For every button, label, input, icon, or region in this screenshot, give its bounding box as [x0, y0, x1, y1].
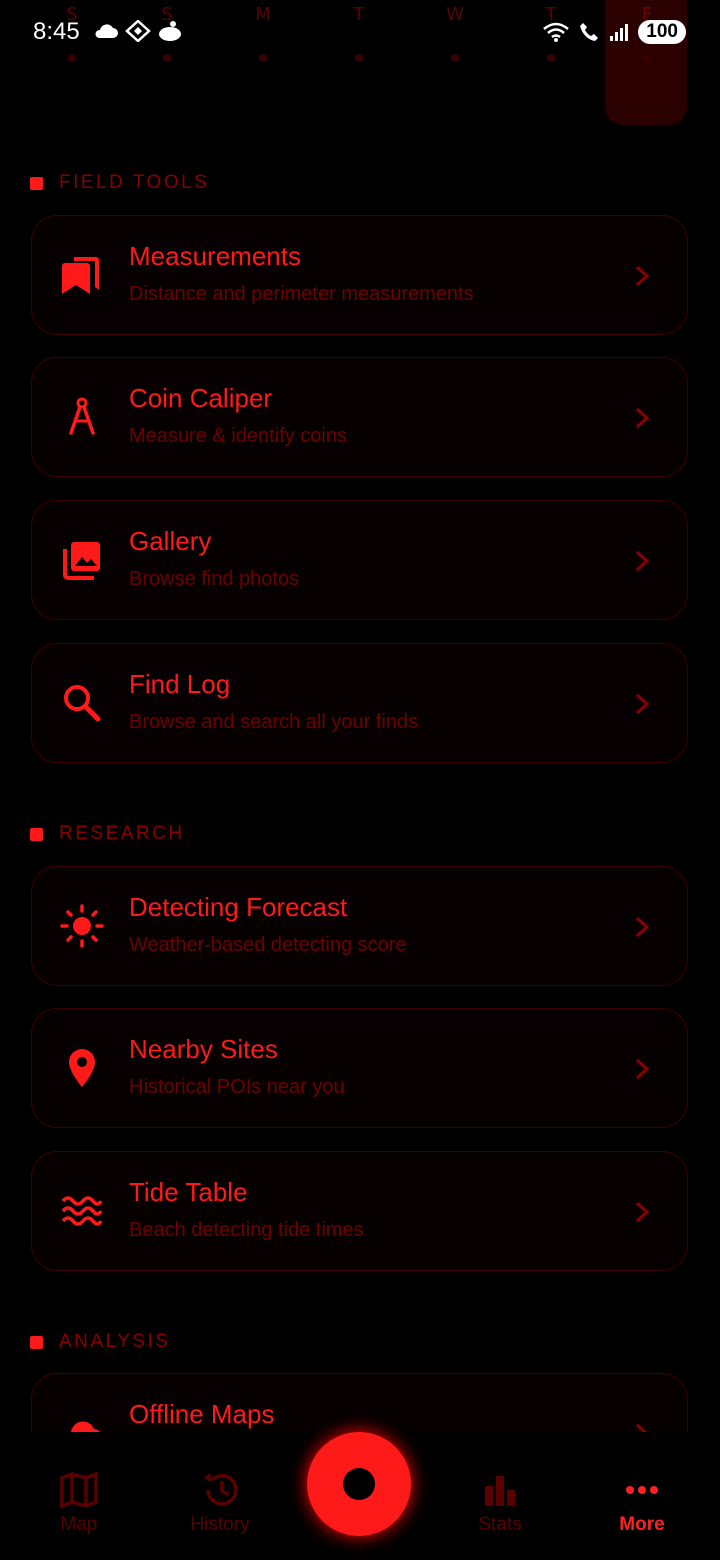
battery-level: 100: [638, 20, 686, 44]
menu-item-subtitle: Beach detecting tide times: [129, 1219, 364, 1241]
chevron-right-icon: [635, 407, 650, 429]
record-icon: [343, 1468, 375, 1500]
section-bullet: [30, 1335, 43, 1349]
menu-item-title: Find Log: [129, 669, 231, 699]
signal-icon: [610, 24, 629, 41]
menu-item-subtitle: Historical POIs near you: [129, 1076, 345, 1098]
menu-item-title: Tide Table: [129, 1177, 248, 1207]
menu-item-subtitle: Weather-based detecting score: [129, 934, 407, 956]
menu-item-detecting-forecast[interactable]: Detecting Forecast Weather-based detecti…: [31, 866, 688, 986]
location-pin-icon: [69, 1049, 95, 1087]
section-bullet: [30, 827, 43, 841]
menu-item-title: Detecting Forecast: [129, 892, 348, 922]
photo-library-icon: [63, 542, 100, 580]
notification-icons: [93, 19, 183, 43]
nav-stats[interactable]: Stats: [440, 1470, 560, 1536]
more-dots-icon: [626, 1486, 658, 1494]
menu-item-gallery[interactable]: Gallery Browse find photos: [31, 500, 688, 620]
nav-label: Map: [60, 1514, 98, 1535]
cloud-icon: [93, 20, 119, 42]
call-icon: [580, 23, 599, 41]
bar-chart-icon: [485, 1476, 515, 1506]
app-notification-icon: [157, 20, 183, 42]
section-title: ANALYSIS: [59, 1331, 171, 1352]
map-icon: [60, 1471, 98, 1509]
system-status-icons: 100: [542, 20, 686, 44]
menu-item-coin-caliper[interactable]: Coin Caliper Measure & identify coins: [31, 357, 688, 477]
chevron-right-icon: [635, 265, 650, 287]
section-header-analysis: ANALYSIS: [30, 1331, 171, 1353]
app-notification-icon: [125, 19, 151, 43]
menu-item-find-log[interactable]: Find Log Browse and search all your find…: [31, 643, 688, 763]
menu-item-title: Nearby Sites: [129, 1034, 278, 1064]
chevron-right-icon: [635, 550, 650, 572]
compass-icon: [69, 397, 95, 435]
record-button[interactable]: [307, 1432, 411, 1536]
section-header-research: RESEARCH: [30, 823, 185, 845]
menu-item-subtitle: Browse and search all your finds: [129, 711, 419, 733]
status-bar: 8:45 100: [0, 0, 720, 70]
nav-map[interactable]: Map: [19, 1470, 139, 1536]
nav-label: Stats: [478, 1514, 522, 1535]
status-time: 8:45: [33, 18, 80, 45]
bottom-navigation: Map History Stats More: [0, 1432, 720, 1560]
menu-item-subtitle: Distance and perimeter measurements: [129, 283, 474, 305]
nav-history[interactable]: History: [160, 1470, 280, 1536]
menu-item-subtitle: Browse find photos: [129, 568, 300, 590]
nav-label: History: [190, 1514, 250, 1535]
search-icon: [64, 685, 101, 722]
menu-item-tide-table[interactable]: Tide Table Beach detecting tide times: [31, 1151, 688, 1271]
menu-item-measurements[interactable]: Measurements Distance and perimeter meas…: [31, 215, 688, 335]
sun-icon: [60, 904, 104, 948]
nav-label: More: [619, 1514, 665, 1535]
menu-item-title: Coin Caliper: [129, 383, 273, 413]
chevron-right-icon: [635, 916, 650, 938]
menu-item-nearby-sites[interactable]: Nearby Sites Historical POIs near you: [31, 1008, 688, 1128]
waves-icon: [61, 1196, 103, 1226]
wifi-icon: [543, 22, 570, 42]
section-bullet: [30, 176, 43, 190]
menu-item-subtitle: Measure & identify coins: [129, 425, 347, 447]
nav-more[interactable]: More: [582, 1470, 702, 1536]
section-header-field-tools: FIELD TOOLS: [30, 172, 209, 194]
chevron-right-icon: [635, 1201, 650, 1223]
bookmarks-icon: [62, 257, 99, 294]
section-title: FIELD TOOLS: [59, 172, 210, 193]
menu-item-title: Gallery: [129, 526, 212, 556]
menu-item-title: Measurements: [129, 241, 301, 271]
history-icon: [204, 1473, 238, 1506]
menu-item-title: Offline Maps: [129, 1399, 275, 1429]
section-title: RESEARCH: [59, 823, 185, 844]
chevron-right-icon: [635, 693, 650, 715]
chevron-right-icon: [635, 1058, 650, 1080]
